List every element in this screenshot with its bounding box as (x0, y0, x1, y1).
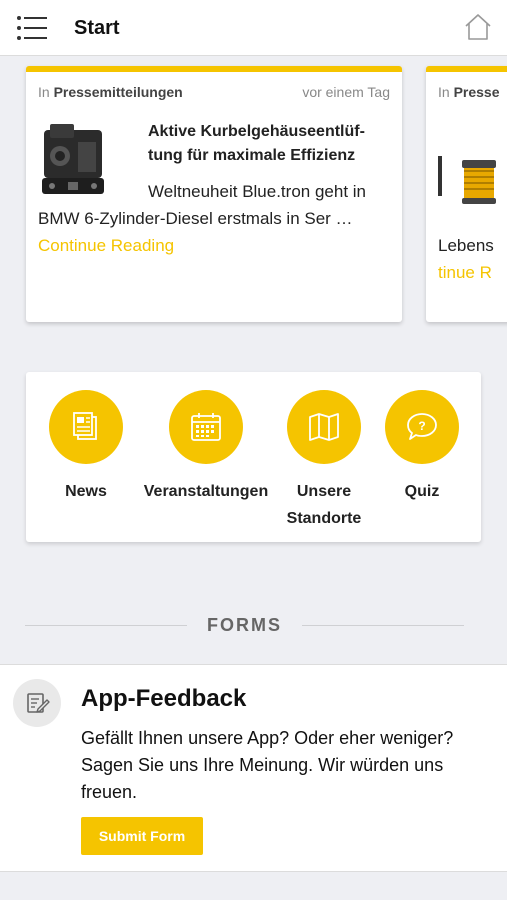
card-excerpt-text: Weltneuheit Blue.tron geht in BMW 6-Zyli… (38, 182, 366, 228)
card-title[interactable]: Aktive Kurbelgehäuseentlüf­tung für maxi… (148, 120, 388, 168)
divider (302, 625, 464, 626)
map-icon-graphic (309, 413, 339, 441)
news-icon (49, 390, 123, 464)
home-icon[interactable] (463, 12, 493, 42)
menu-icon[interactable] (16, 14, 48, 42)
card-meta-prefix: In (38, 84, 50, 100)
quick-link-label: Unsere Standorte (286, 483, 362, 527)
card-category[interactable]: Pressemitteilungen (54, 84, 183, 100)
card-excerpt: Lebens tinue R (438, 232, 507, 286)
divider (25, 625, 187, 626)
page-title: Start (74, 17, 120, 39)
map-icon (287, 390, 361, 464)
home-icon-graphic (465, 14, 491, 40)
quick-link-label: Quiz (404, 483, 440, 500)
submit-form-button[interactable]: Submit Form (81, 817, 203, 855)
quick-link-quiz[interactable]: ? Quiz (382, 390, 462, 505)
news-card[interactable]: In Presse Lebens tinue R (426, 66, 507, 322)
form-description: Gefällt Ihnen unsere App? Oder eher weni… (81, 728, 454, 802)
continue-reading-link[interactable]: tinue R (438, 263, 492, 282)
card-thumbnail (438, 120, 498, 210)
card-meta-prefix: In (438, 84, 450, 100)
continue-reading-link[interactable]: Continue Reading (38, 236, 174, 255)
news-carousel[interactable]: In Pressemitteilungen vor einem Tag Akti… (0, 56, 507, 336)
section-title: FORMS (207, 615, 282, 635)
menu-icon-graphic (17, 16, 47, 40)
card-meta: In Presse (438, 84, 507, 100)
card-date: vor einem Tag (302, 84, 390, 100)
top-bar: Start (0, 0, 507, 56)
quiz-icon-graphic: ? (407, 413, 437, 440)
quick-link-locations[interactable]: Unsere Standorte (284, 390, 364, 532)
form-item-app-feedback: App-Feedback Gefällt Ihnen unsere App? O… (0, 664, 507, 872)
form-title: App-Feedback (81, 685, 247, 712)
quiz-icon: ? (385, 390, 459, 464)
quick-link-news[interactable]: News (48, 390, 124, 505)
quick-links-panel: News Veranstaltungen Unsere Standorte ? … (26, 372, 481, 542)
oil-filter-image (438, 120, 498, 210)
card-excerpt: Weltneuheit Blue.tron geht in BMW 6-Zyli… (38, 178, 390, 259)
form-edit-icon-graphic (27, 693, 50, 713)
quick-link-events[interactable]: Veranstaltungen (138, 390, 274, 505)
news-card[interactable]: In Pressemitteilungen vor einem Tag Akti… (26, 66, 402, 322)
forms-section-heading: FORMS (0, 612, 507, 640)
quick-link-label: News (65, 483, 107, 500)
calendar-icon-graphic (191, 413, 221, 441)
form-edit-icon (13, 679, 61, 727)
card-excerpt-text: Lebens (438, 236, 494, 255)
quick-link-label: Veranstaltungen (143, 483, 269, 500)
calendar-icon (169, 390, 243, 464)
card-category[interactable]: Presse (454, 84, 500, 100)
news-icon-graphic (73, 412, 97, 440)
svg-text:?: ? (418, 419, 425, 433)
